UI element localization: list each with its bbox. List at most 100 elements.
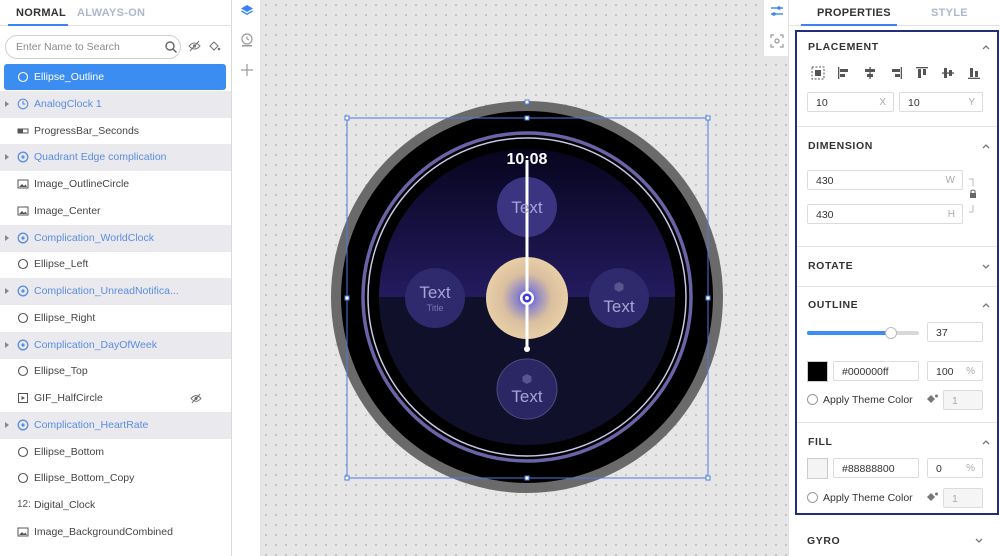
layer-label: Ellipse_Outline: [34, 71, 105, 83]
fill-theme-index-field[interactable]: 1: [943, 488, 983, 508]
placement-title: PLACEMENT: [808, 41, 879, 53]
expand-arrow-icon[interactable]: [5, 234, 9, 241]
outline-width-field[interactable]: 37: [927, 322, 983, 342]
add-icon[interactable]: [240, 63, 254, 77]
outline-opacity-value: 100: [936, 366, 954, 378]
layer-group-row[interactable]: Complication_DayOfWeek: [0, 331, 231, 359]
fill-apply-theme-radio[interactable]: [807, 492, 818, 503]
expand-arrow-icon[interactable]: [5, 100, 9, 107]
gif-icon: [17, 392, 29, 404]
align-right-icon[interactable]: [889, 66, 903, 80]
complication-icon: [17, 232, 29, 244]
tab-style[interactable]: STYLE: [931, 7, 968, 19]
layer-group-row[interactable]: Quadrant Edge complication: [0, 144, 231, 172]
outline-color-field[interactable]: #000000ff: [833, 361, 919, 381]
width-field[interactable]: 430 W: [807, 170, 963, 190]
x-position-field[interactable]: 10 X: [807, 92, 894, 112]
center-cap-dot: [525, 296, 529, 300]
search-box: [5, 35, 181, 59]
visibility-toggle-icon[interactable]: [188, 40, 201, 52]
layer-group-row[interactable]: Complication_WorldClock: [0, 224, 231, 252]
layer-label: GIF_HalfCircle: [34, 392, 103, 404]
chevron-up-icon[interactable]: [981, 437, 991, 447]
divider: [797, 126, 997, 127]
chevron-down-icon[interactable]: [974, 535, 984, 545]
fill-color-field[interactable]: #88888800: [833, 458, 919, 478]
slider-thumb[interactable]: [885, 327, 897, 339]
layer-row[interactable]: ProgressBar_Seconds: [0, 118, 231, 145]
align-bottom-icon[interactable]: [967, 66, 981, 80]
layers-panel: NORMAL ALWAYS-ON Ellipse_Outline AnalogCl…: [0, 0, 232, 556]
expand-arrow-icon[interactable]: [5, 341, 9, 348]
outline-apply-theme-radio[interactable]: [807, 394, 818, 405]
complication-icon: [17, 151, 29, 163]
layer-row[interactable]: Ellipse_Right: [0, 305, 231, 332]
layer-group-row[interactable]: Complication_HeartRate: [0, 411, 231, 439]
left-complication-text: Text: [419, 283, 450, 302]
height-unit: H: [947, 209, 955, 220]
align-vertical-center-icon[interactable]: [941, 66, 955, 80]
tab-always-on[interactable]: ALWAYS-ON: [77, 7, 145, 19]
fill-title: FILL: [808, 436, 833, 448]
align-horizontal-center-icon[interactable]: [863, 66, 877, 80]
sliders-icon[interactable]: [770, 4, 784, 18]
fill-color-swatch[interactable]: [807, 458, 828, 479]
image-icon: [17, 526, 29, 538]
layer-row[interactable]: Ellipse_Top: [0, 358, 231, 385]
align-top-icon[interactable]: [915, 66, 929, 80]
layer-row[interactable]: 12: Digital_Clock: [0, 492, 231, 519]
layer-label: Ellipse_Right: [34, 311, 96, 324]
layer-group-row[interactable]: Complication_UnreadNotifica...: [0, 278, 231, 305]
height-field[interactable]: 430 H: [807, 204, 963, 224]
layer-row[interactable]: GIF_HalfCircle: [0, 385, 231, 412]
expand-arrow-icon[interactable]: [5, 421, 9, 428]
tab-normal[interactable]: NORMAL: [16, 7, 66, 19]
expand-arrow-icon[interactable]: [5, 154, 9, 161]
layers-icon[interactable]: [240, 4, 254, 18]
divider: [797, 422, 997, 423]
complication-icon: [17, 339, 29, 351]
outline-color-swatch[interactable]: [807, 361, 828, 382]
outline-slider[interactable]: [807, 327, 919, 339]
layer-row[interactable]: Image_BackgroundCombined: [0, 519, 231, 546]
paint-bucket-icon[interactable]: [208, 40, 221, 52]
layer-row[interactable]: Ellipse_Bottom_Copy: [0, 465, 231, 492]
outline-opacity-field[interactable]: 100 %: [927, 361, 983, 381]
divider: [797, 246, 997, 247]
search-input[interactable]: [16, 40, 156, 54]
layer-row[interactable]: Image_Center: [0, 198, 231, 225]
lock-aspect-icon[interactable]: [967, 178, 979, 216]
selection-handle: [705, 115, 711, 121]
layer-row[interactable]: Ellipse_Outline: [4, 64, 226, 90]
layer-label: Quadrant Edge complication: [34, 151, 167, 164]
y-value: 10: [908, 97, 920, 109]
x-unit: X: [879, 97, 886, 108]
fill-opacity-field[interactable]: 0 %: [927, 458, 983, 478]
align-center-canvas-icon[interactable]: [811, 66, 825, 80]
search-icon[interactable]: [164, 40, 178, 54]
layer-label: Ellipse_Top: [34, 365, 88, 378]
layer-row[interactable]: Ellipse_Left: [0, 251, 231, 278]
selection-handle: [524, 475, 530, 481]
chevron-up-icon[interactable]: [981, 42, 991, 52]
tab-properties[interactable]: PROPERTIES: [817, 7, 891, 19]
chevron-up-icon[interactable]: [981, 300, 991, 310]
watch-face-preview: 10:08 Text Text Title Text Text: [331, 99, 723, 493]
width-unit: W: [945, 175, 955, 186]
layer-group-row[interactable]: AnalogClock 1: [0, 90, 231, 118]
design-canvas[interactable]: 10:08 Text Text Title Text Text: [261, 0, 788, 556]
fill-color-value: #88888800: [842, 463, 895, 475]
hidden-eye-icon[interactable]: [190, 393, 202, 404]
expand-arrow-icon[interactable]: [5, 288, 9, 294]
history-icon[interactable]: [240, 33, 254, 47]
layer-row[interactable]: Ellipse_Bottom: [0, 439, 231, 466]
ellipse-icon: [17, 71, 29, 83]
focus-icon[interactable]: [770, 34, 784, 48]
layer-row[interactable]: Image_OutlineCircle: [0, 171, 231, 198]
chevron-up-icon[interactable]: [981, 141, 991, 151]
selection-handle: [344, 475, 350, 481]
y-position-field[interactable]: 10 Y: [899, 92, 983, 112]
align-left-icon[interactable]: [837, 66, 851, 80]
chevron-down-icon[interactable]: [981, 261, 991, 271]
outline-theme-index-field[interactable]: 1: [943, 390, 983, 410]
